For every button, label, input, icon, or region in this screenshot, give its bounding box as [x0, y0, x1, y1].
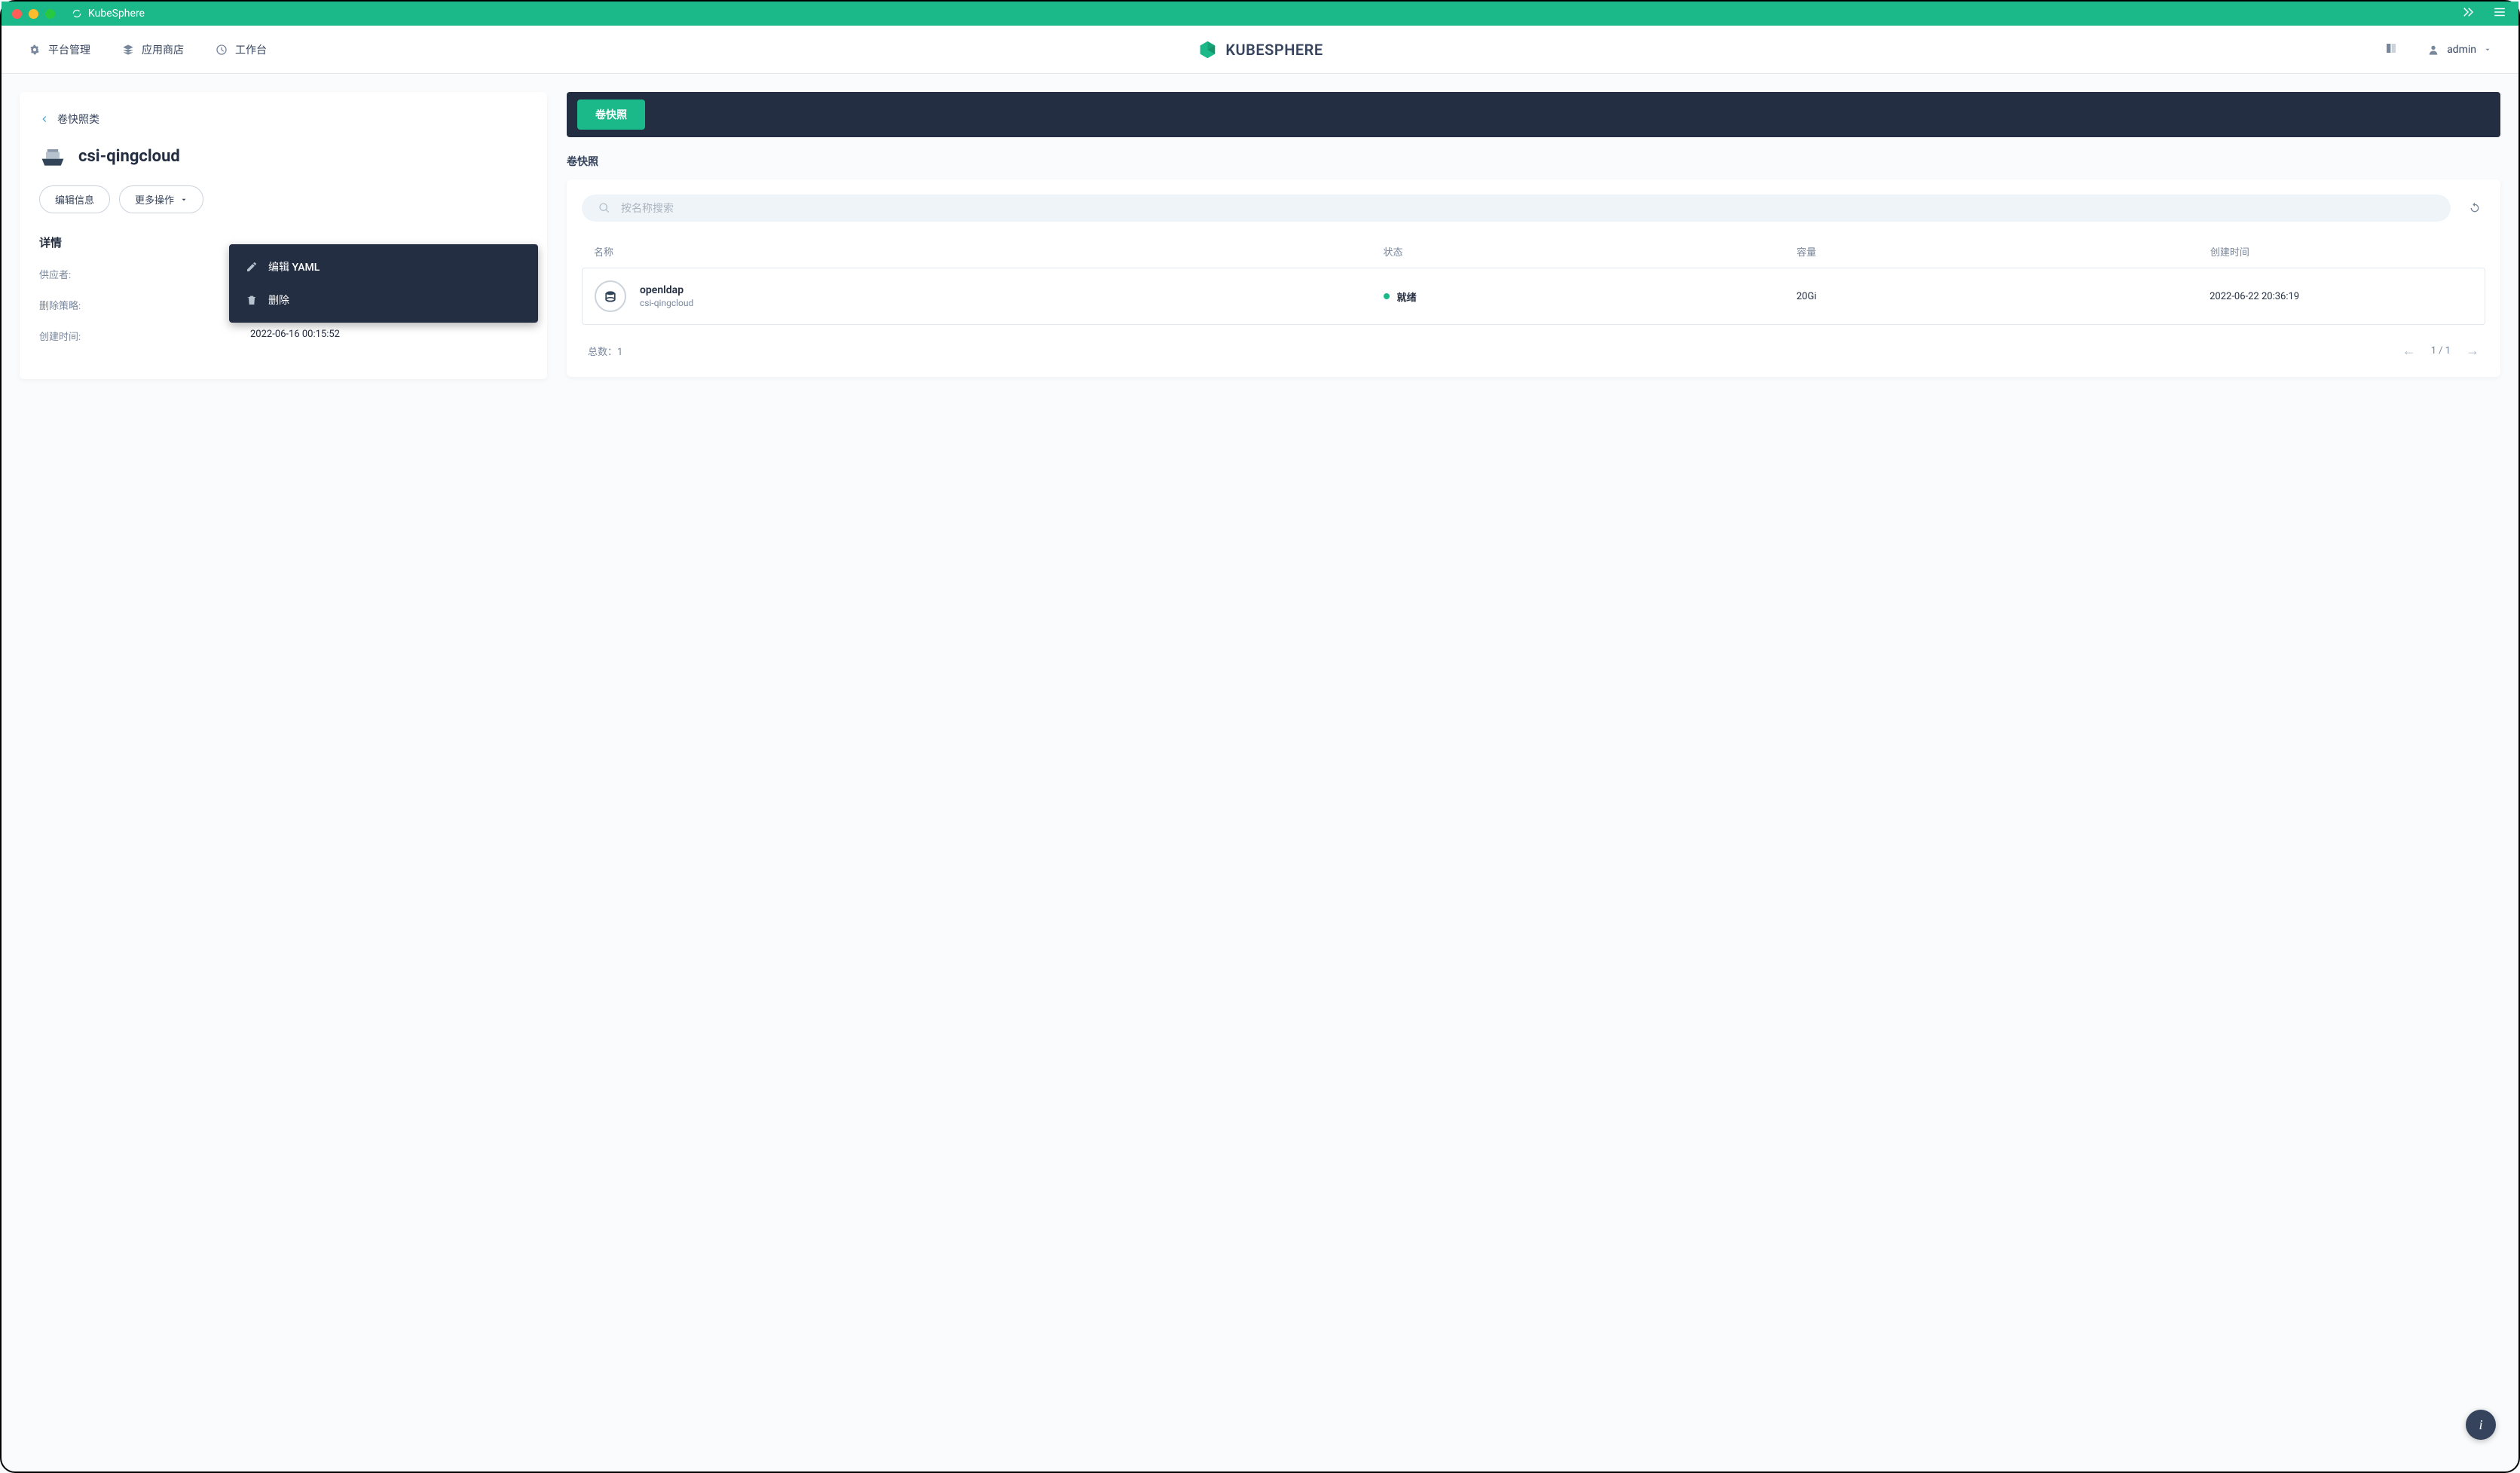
nav-right: admin	[2385, 42, 2491, 57]
pagination: 总数：1 ← 1 / 1 →	[582, 332, 2485, 362]
nav-platform[interactable]: 平台管理	[29, 42, 90, 57]
action-buttons: 编辑信息 更多操作	[39, 185, 528, 213]
pagination-total: 总数：1	[588, 344, 622, 358]
row-capacity: 20Gi	[1797, 291, 2210, 302]
back-label: 卷快照类	[57, 112, 99, 127]
refresh-icon	[2469, 202, 2481, 214]
detail-row-created: 创建时间: 2022-06-16 00:15:52	[39, 329, 528, 343]
row-status: 就绪	[1384, 289, 1797, 304]
gear-icon	[29, 44, 41, 56]
top-nav: 平台管理 应用商店 工作台 KUBESPHERE admin	[2, 26, 2518, 74]
dropdown-delete[interactable]: 删除	[229, 283, 538, 317]
logo[interactable]: KUBESPHERE	[1197, 39, 1323, 60]
chevron-down-icon	[2484, 46, 2491, 54]
row-subtitle: csi-qingcloud	[640, 298, 693, 308]
snapshot-icon	[595, 280, 626, 312]
col-name: 名称	[594, 244, 1383, 259]
search-icon	[598, 202, 610, 214]
nav-workbench[interactable]: 工作台	[216, 42, 267, 57]
layout-toggle-icon[interactable]	[2385, 42, 2397, 57]
prev-page-button[interactable]: ←	[2402, 343, 2416, 359]
page-indicator: 1 / 1	[2431, 345, 2451, 357]
search-box[interactable]	[582, 194, 2451, 222]
detail-label: 删除策略:	[39, 298, 250, 312]
trash-icon	[246, 294, 258, 306]
chevron-left-icon	[39, 114, 50, 124]
detail-value: 2022-06-16 00:15:52	[250, 329, 340, 343]
row-created: 2022-06-22 20:36:19	[2210, 291, 2473, 302]
pagination-right: ← 1 / 1 →	[2402, 343, 2479, 359]
dropdown-label: 删除	[268, 292, 289, 308]
detail-label: 创建时间:	[39, 329, 250, 343]
layers-icon	[122, 44, 134, 56]
table-row[interactable]: openldap csi-qingcloud 就绪 20Gi 2022-06-2…	[582, 268, 2485, 325]
row-title: openldap	[640, 284, 693, 296]
traffic-lights	[12, 9, 55, 19]
kubesphere-logo-icon	[1197, 39, 1218, 60]
search-row	[582, 194, 2485, 222]
dropdown-edit-yaml[interactable]: 编辑 YAML	[229, 250, 538, 283]
snapshots-card: 名称 状态 容量 创建时间 openldap csi-qingcloud	[567, 179, 2500, 377]
window-titlebar: KubeSphere	[2, 2, 2518, 26]
section-label: 卷快照	[567, 154, 2500, 169]
status-dot-icon	[1384, 293, 1390, 299]
minimize-icon[interactable]	[29, 9, 38, 19]
nav-label: 平台管理	[48, 42, 90, 57]
user-icon	[2427, 44, 2439, 56]
nav-label: 工作台	[235, 42, 267, 57]
search-input[interactable]	[621, 202, 2434, 214]
more-actions-dropdown: 编辑 YAML 删除	[229, 244, 538, 323]
window-title: KubeSphere	[72, 8, 145, 20]
nav-left: 平台管理 应用商店 工作台	[29, 42, 267, 57]
back-link[interactable]: 卷快照类	[39, 112, 528, 127]
col-capacity: 容量	[1797, 244, 2210, 259]
col-created: 创建时间	[2210, 244, 2473, 259]
table-header: 名称 状态 容量 创建时间	[582, 235, 2485, 268]
tab-snapshots[interactable]: 卷快照	[577, 100, 645, 130]
next-page-button[interactable]: →	[2466, 343, 2479, 359]
chevron-down-icon	[180, 196, 188, 204]
logo-text: KUBESPHERE	[1225, 41, 1323, 59]
tab-bar: 卷快照	[567, 92, 2500, 137]
menu-icon[interactable]	[2493, 5, 2506, 22]
user-menu[interactable]: admin	[2427, 44, 2491, 56]
edit-info-button[interactable]: 编辑信息	[39, 185, 110, 213]
more-actions-button[interactable]: 更多操作	[119, 185, 203, 213]
detail-label: 供应者:	[39, 267, 250, 281]
user-name: admin	[2447, 44, 2476, 56]
row-name-cell: openldap csi-qingcloud	[595, 280, 1384, 312]
content: 卷快照类 csi-qingcloud 编辑信息 更多操作 详情 供应者:	[2, 74, 2518, 397]
dropdown-label: 编辑 YAML	[268, 259, 320, 274]
reload-icon	[72, 8, 82, 19]
main-panel: 卷快照 卷快照 名称 状态 容量 创建时间	[567, 92, 2500, 379]
pencil-icon	[246, 261, 258, 273]
nav-appstore[interactable]: 应用商店	[122, 42, 184, 57]
dashboard-icon	[216, 44, 228, 56]
detail-sidebar: 卷快照类 csi-qingcloud 编辑信息 更多操作 详情 供应者:	[20, 92, 547, 379]
resource-name: csi-qingcloud	[78, 147, 180, 166]
help-button[interactable]: i	[2466, 1410, 2496, 1440]
refresh-button[interactable]	[2464, 198, 2485, 219]
storage-class-icon	[39, 145, 66, 167]
close-icon[interactable]	[12, 9, 22, 19]
titlebar-right	[2461, 5, 2506, 22]
resource-title: csi-qingcloud	[39, 145, 528, 167]
expand-icon[interactable]	[2461, 5, 2475, 22]
nav-label: 应用商店	[142, 42, 184, 57]
maximize-icon[interactable]	[45, 9, 55, 19]
col-status: 状态	[1383, 244, 1797, 259]
